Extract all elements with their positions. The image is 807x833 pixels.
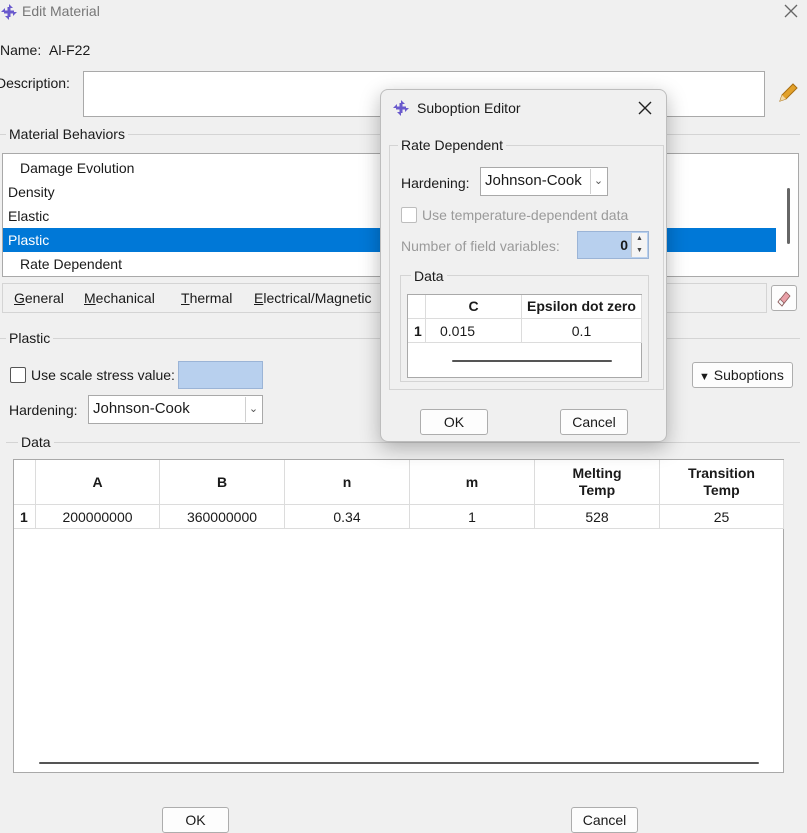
table-cell[interactable]: 1: [410, 505, 535, 529]
suboption-editor-dialog: Suboption Editor Rate Dependent Hardenin…: [380, 89, 667, 442]
data-group-label: Data: [18, 434, 54, 450]
suboptions-button[interactable]: ▼ Suboptions: [692, 362, 793, 388]
cancel-button[interactable]: Cancel: [571, 807, 638, 833]
dialog-data-table[interactable]: C Epsilon dot zero 1 0.015 0.1: [407, 294, 642, 378]
field-variables-spinner[interactable]: 0 ▲ ▼: [577, 231, 649, 259]
app-icon: [392, 99, 410, 117]
table-corner: [408, 295, 426, 319]
dialog-data-group-label: Data: [411, 268, 447, 284]
horizontal-scrollbar[interactable]: [452, 360, 612, 362]
dropdown-arrow-icon: ⌄: [245, 397, 261, 422]
temp-dependent-checkbox[interactable]: [401, 207, 417, 223]
table-cell[interactable]: 25: [660, 505, 784, 529]
dialog-title: Suboption Editor: [417, 100, 521, 116]
table-corner: [14, 460, 36, 505]
behaviors-group-label: Material Behaviors: [6, 126, 128, 142]
dialog-ok-button[interactable]: OK: [420, 409, 488, 435]
header-b[interactable]: B: [160, 460, 285, 505]
table-cell[interactable]: 528: [535, 505, 660, 529]
rate-dependent-group-label: Rate Dependent: [398, 137, 506, 153]
scale-stress-input[interactable]: [178, 361, 263, 389]
hardening-label: Hardening:: [9, 402, 78, 418]
header-transition-temp[interactable]: Transition Temp: [660, 460, 784, 505]
header-a[interactable]: A: [36, 460, 160, 505]
header-c[interactable]: C: [426, 295, 522, 319]
menu-general[interactable]: General: [14, 290, 64, 306]
table-cell[interactable]: 0.34: [285, 505, 410, 529]
header-n[interactable]: n: [285, 460, 410, 505]
window-title: Edit Material: [22, 3, 100, 19]
triangle-down-icon: ▼: [699, 371, 710, 383]
list-scrollbar[interactable]: [787, 188, 790, 244]
data-table[interactable]: A B n m Melting Temp Transition Temp 1 2…: [13, 459, 784, 773]
menu-electrical-magnetic[interactable]: Electrical/Magnetic: [254, 290, 372, 306]
header-epsilon-dot-zero[interactable]: Epsilon dot zero: [522, 295, 642, 319]
data-group-line: [6, 442, 800, 443]
plastic-group-label: Plastic: [6, 330, 54, 346]
pencil-icon[interactable]: [776, 81, 800, 108]
menu-mechanical[interactable]: Mechanical: [84, 290, 155, 306]
field-variables-label: Number of field variables:: [401, 238, 560, 254]
scale-stress-checkbox[interactable]: [10, 367, 26, 383]
header-melting-temp[interactable]: Melting Temp: [535, 460, 660, 505]
name-value: Al-F22: [49, 42, 91, 58]
table-cell[interactable]: 360000000: [160, 505, 285, 529]
horizontal-scrollbar[interactable]: [39, 762, 759, 764]
close-icon[interactable]: [636, 99, 654, 117]
close-icon[interactable]: [782, 2, 800, 20]
scale-stress-label: Use scale stress value:: [31, 367, 175, 383]
eraser-icon[interactable]: [771, 285, 797, 311]
row-number: 1: [408, 319, 426, 343]
dropdown-arrow-icon: ⌄: [590, 169, 606, 194]
spinner-icon[interactable]: ▲ ▼: [631, 233, 647, 257]
header-m[interactable]: m: [410, 460, 535, 505]
hardening-select[interactable]: Johnson-Cook ⌄: [88, 395, 263, 424]
ok-button[interactable]: OK: [162, 807, 229, 833]
temp-dependent-label: Use temperature-dependent data: [422, 207, 629, 223]
app-icon: [0, 3, 18, 21]
dialog-hardening-select[interactable]: Johnson-Cook ⌄: [480, 167, 608, 196]
dialog-hardening-label: Hardening:: [401, 175, 470, 191]
name-label: Name:: [0, 42, 42, 58]
table-cell[interactable]: 200000000: [36, 505, 160, 529]
table-cell[interactable]: 0.015: [426, 319, 522, 343]
description-label: Description:: [0, 75, 70, 91]
menu-thermal[interactable]: Thermal: [181, 290, 232, 306]
dialog-cancel-button[interactable]: Cancel: [560, 409, 628, 435]
table-cell[interactable]: 0.1: [522, 319, 642, 343]
row-number: 1: [14, 505, 36, 529]
